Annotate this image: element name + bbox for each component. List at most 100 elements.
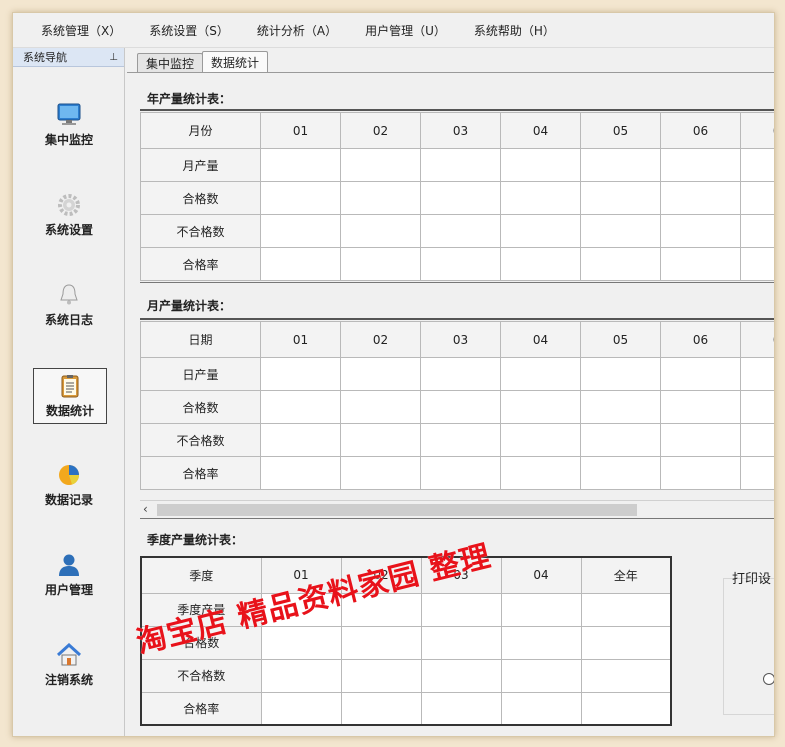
- data-cell[interactable]: [420, 625, 502, 660]
- sidebar-item-4[interactable]: 数据统计: [33, 368, 107, 424]
- data-cell[interactable]: [500, 423, 581, 457]
- data-cell[interactable]: [420, 357, 501, 391]
- data-cell[interactable]: [340, 214, 421, 248]
- data-cell[interactable]: [260, 658, 342, 693]
- sidebar-item-6[interactable]: 用户管理: [33, 548, 105, 602]
- data-cell[interactable]: [340, 423, 421, 457]
- data-cell[interactable]: [340, 357, 421, 391]
- data-cell[interactable]: [580, 357, 661, 391]
- data-cell[interactable]: [740, 390, 774, 424]
- data-cell[interactable]: [580, 658, 672, 693]
- data-cell[interactable]: [420, 691, 502, 726]
- data-cell[interactable]: [260, 247, 341, 281]
- data-cell[interactable]: [580, 456, 661, 490]
- data-cell[interactable]: [660, 214, 741, 248]
- data-cell[interactable]: [340, 247, 421, 281]
- data-cell[interactable]: [500, 181, 581, 215]
- data-cell[interactable]: [340, 456, 421, 490]
- data-cell[interactable]: [260, 148, 341, 182]
- data-cell[interactable]: [500, 247, 581, 281]
- data-cell[interactable]: [580, 214, 661, 248]
- data-cell[interactable]: [420, 390, 501, 424]
- sidebar-item-2[interactable]: 系统设置: [33, 188, 105, 242]
- scroll-thumb[interactable]: [157, 504, 637, 516]
- data-cell[interactable]: [420, 456, 501, 490]
- data-cell[interactable]: [340, 390, 421, 424]
- data-cell[interactable]: [500, 625, 582, 660]
- data-cell[interactable]: [740, 357, 774, 391]
- data-cell[interactable]: [660, 148, 741, 182]
- menu-item-3[interactable]: 统计分析（A）: [257, 22, 337, 39]
- sidebar-item-3[interactable]: 系统日志: [33, 278, 105, 332]
- row-label: 日产量: [140, 357, 261, 391]
- data-cell[interactable]: [580, 592, 672, 627]
- data-cell[interactable]: [500, 357, 581, 391]
- table-row: 月产量: [140, 148, 774, 182]
- data-cell[interactable]: [740, 148, 774, 182]
- pin-icon[interactable]: ⊥: [109, 52, 118, 63]
- data-cell[interactable]: [260, 625, 342, 660]
- scroll-left-arrow[interactable]: ‹: [143, 501, 148, 517]
- data-cell[interactable]: [580, 423, 661, 457]
- data-cell[interactable]: [580, 390, 661, 424]
- data-cell[interactable]: [580, 247, 661, 281]
- data-cell[interactable]: [660, 181, 741, 215]
- menu-item-4[interactable]: 用户管理（U）: [365, 22, 446, 39]
- data-cell[interactable]: [420, 658, 502, 693]
- data-cell[interactable]: [660, 456, 741, 490]
- horizontal-scrollbar[interactable]: ‹: [140, 500, 774, 517]
- data-cell[interactable]: [660, 247, 741, 281]
- sidebar-item-1[interactable]: 集中监控: [33, 98, 105, 152]
- data-cell[interactable]: [500, 658, 582, 693]
- data-cell[interactable]: [420, 148, 501, 182]
- data-cell[interactable]: [580, 148, 661, 182]
- data-cell[interactable]: [500, 148, 581, 182]
- data-cell[interactable]: [740, 423, 774, 457]
- data-cell[interactable]: [260, 423, 341, 457]
- data-cell[interactable]: [340, 691, 422, 726]
- sidebar-item-5[interactable]: 数据记录: [33, 458, 105, 512]
- data-cell[interactable]: [340, 658, 422, 693]
- data-cell[interactable]: [260, 691, 342, 726]
- data-cell[interactable]: [740, 247, 774, 281]
- bell-icon: [56, 283, 82, 307]
- menu-item-2[interactable]: 系统设置（S）: [149, 22, 229, 39]
- data-cell[interactable]: [420, 181, 501, 215]
- data-cell[interactable]: [420, 247, 501, 281]
- data-cell[interactable]: [500, 691, 582, 726]
- data-cell[interactable]: [580, 625, 672, 660]
- sidebar-item-label: 数据记录: [44, 492, 93, 507]
- data-cell[interactable]: [260, 214, 341, 248]
- data-cell[interactable]: [740, 456, 774, 490]
- data-cell[interactable]: [660, 357, 741, 391]
- data-cell[interactable]: [340, 181, 421, 215]
- navigation-sidebar: 系统导航 ⊥ 集中监控 系统设置 系统日志 数据统计 数据记录 用户管理 注销系统: [13, 48, 125, 736]
- data-cell[interactable]: [260, 456, 341, 490]
- data-cell[interactable]: [740, 214, 774, 248]
- data-cell[interactable]: [500, 214, 581, 248]
- data-cell[interactable]: [660, 423, 741, 457]
- data-cell[interactable]: [260, 357, 341, 391]
- data-cell[interactable]: [420, 423, 501, 457]
- print-option-radio[interactable]: [763, 673, 774, 685]
- column-header: 07: [740, 112, 774, 149]
- data-cell[interactable]: [260, 390, 341, 424]
- tab-1[interactable]: 集中监控: [137, 53, 204, 72]
- data-cell[interactable]: [340, 625, 422, 660]
- data-cell[interactable]: [500, 592, 582, 627]
- data-cell[interactable]: [260, 181, 341, 215]
- data-cell[interactable]: [580, 691, 672, 726]
- sidebar-item-7[interactable]: 注销系统: [33, 638, 105, 692]
- data-cell[interactable]: [420, 592, 502, 627]
- data-cell[interactable]: [740, 181, 774, 215]
- menu-item-1[interactable]: 系统管理（X）: [41, 22, 121, 39]
- data-cell[interactable]: [580, 181, 661, 215]
- data-cell[interactable]: [500, 456, 581, 490]
- menu-item-5[interactable]: 系统帮助（H）: [474, 22, 555, 39]
- tab-2[interactable]: 数据统计: [202, 51, 269, 72]
- data-cell[interactable]: [500, 390, 581, 424]
- data-cell[interactable]: [420, 214, 501, 248]
- gear-icon: [56, 193, 82, 217]
- data-cell[interactable]: [660, 390, 741, 424]
- data-cell[interactable]: [340, 148, 421, 182]
